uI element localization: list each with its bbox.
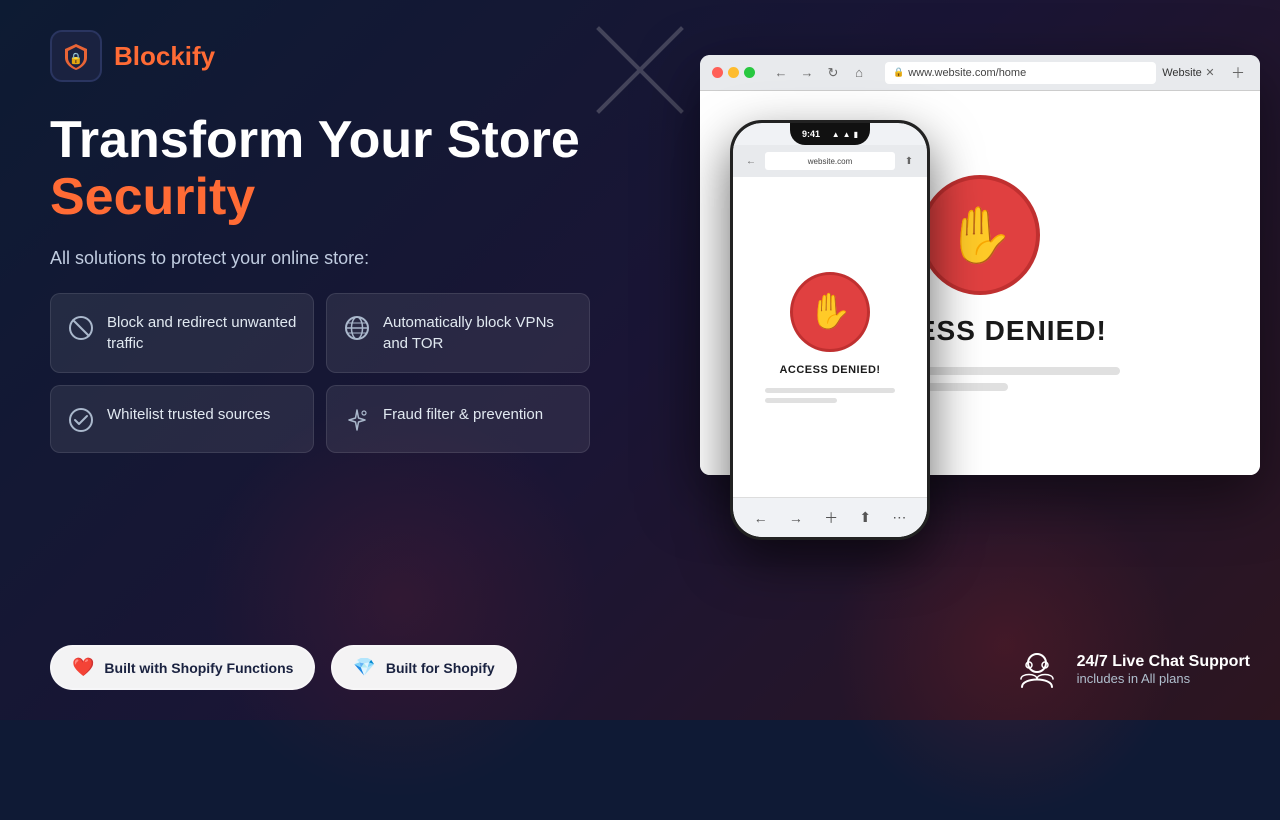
phone-hand-icon: ✋ <box>808 291 852 332</box>
badge-built-shopify: 💎 Built for Shopify <box>331 645 516 690</box>
left-panel: 🔒 Blockify Transform Your Store Security… <box>0 0 640 720</box>
phone-bottom-bar: ← → ＋ ⬆ ⋯ <box>733 497 927 537</box>
phone-status-icons: ▲ ▲ ▮ <box>832 130 858 139</box>
phone-screen: 9:41 ▲ ▲ ▮ ← website.com ⬆ ✋ <box>733 123 927 537</box>
browser-hand-circle: ✋ <box>920 175 1040 295</box>
browser-tab-title: Website <box>1172 63 1192 83</box>
badge-shopify-text: Built for Shopify <box>386 660 495 676</box>
feature-block-vpn: Automatically block VPNs and TOR <box>326 293 590 373</box>
brand-name: Blockify <box>114 41 215 72</box>
signal-icon: ▲ <box>832 130 840 139</box>
logo: 🔒 Blockify <box>50 30 590 82</box>
support-text: 24/7 Live Chat Support includes in All p… <box>1077 653 1250 686</box>
phone-back-btn: ← <box>741 151 761 171</box>
support-title: 24/7 Live Chat Support <box>1077 653 1250 671</box>
headline-line1: Transform Your Store <box>50 112 590 169</box>
heart-icon: ❤️ <box>72 657 94 678</box>
support-badge: 24/7 Live Chat Support includes in All p… <box>1011 643 1250 695</box>
sparkle-icon <box>343 406 371 434</box>
background: 🔒 Blockify Transform Your Store Security… <box>0 0 1280 720</box>
browser-bar: ← → ↻ ⌂ 🔒 www.website.com/home Website ✕… <box>700 55 1260 91</box>
badge-functions-text: Built with Shopify Functions <box>104 660 293 676</box>
phone-placeholder-lines <box>765 388 895 403</box>
browser-url-bar: 🔒 www.website.com/home <box>885 62 1156 84</box>
browser-hand-icon: ✋ <box>946 203 1014 268</box>
phone-browser-bar: ← website.com ⬆ <box>733 145 927 177</box>
headline: Transform Your Store Security <box>50 112 590 226</box>
features-grid: Block and redirect unwanted traffic Auto… <box>50 293 590 453</box>
logo-icon: 🔒 <box>50 30 102 82</box>
phone-notch: 9:41 ▲ ▲ ▮ <box>790 123 870 145</box>
back-btn: ← <box>771 63 791 83</box>
badge-shopify-functions: ❤️ Built with Shopify Functions <box>50 645 315 690</box>
browser-dots <box>712 67 755 78</box>
support-icon <box>1011 643 1063 695</box>
phone-share-nav: ⬆ <box>859 509 871 526</box>
phone-share-btn: ⬆ <box>899 151 919 171</box>
feature-block-traffic: Block and redirect unwanted traffic <box>50 293 314 373</box>
phone-content: ✋ ACCESS DENIED! <box>733 177 927 497</box>
phone-url-text: website.com <box>808 157 852 166</box>
phone-mockup: 9:41 ▲ ▲ ▮ ← website.com ⬆ ✋ <box>730 120 930 540</box>
url-text: www.website.com/home <box>908 67 1026 79</box>
phone-access-denied-text: ACCESS DENIED! <box>779 364 880 376</box>
headline-line2: Security <box>50 169 590 226</box>
feature-whitelist: Whitelist trusted sources <box>50 385 314 453</box>
block-icon <box>67 314 95 342</box>
dot-yellow <box>728 67 739 78</box>
phone-url-bar: website.com <box>765 152 895 170</box>
phone-hand-circle: ✋ <box>790 272 870 352</box>
reload-btn: ↻ <box>823 63 843 83</box>
phone-tabs-nav: ⋯ <box>892 509 906 526</box>
svg-text:🔒: 🔒 <box>69 52 83 65</box>
check-circle-icon <box>67 406 95 434</box>
forward-btn: → <box>797 63 817 83</box>
wifi-icon: ▲ <box>843 130 851 139</box>
battery-icon: ▮ <box>854 130 858 139</box>
phone-add-nav: ＋ <box>824 508 838 528</box>
phone-back-nav: ← <box>754 510 768 526</box>
feature-text-vpn: Automatically block VPNs and TOR <box>383 312 573 354</box>
phone-line-2 <box>765 398 837 403</box>
feature-text-whitelist: Whitelist trusted sources <box>107 404 270 425</box>
browser-nav: ← → ↻ ⌂ <box>771 63 869 83</box>
close-tab-btn: ✕ <box>1200 63 1220 83</box>
badges: ❤️ Built with Shopify Functions 💎 Built … <box>50 645 590 690</box>
right-panel: ← → ↻ ⌂ 🔒 www.website.com/home Website ✕… <box>600 0 1280 720</box>
home-btn: ⌂ <box>849 63 869 83</box>
globe-icon <box>343 314 371 342</box>
feature-text-block: Block and redirect unwanted traffic <box>107 312 297 354</box>
support-subtitle: includes in All plans <box>1077 671 1250 686</box>
phone-time: 9:41 <box>802 129 820 139</box>
dot-red <box>712 67 723 78</box>
gem-icon: 💎 <box>353 657 375 678</box>
feature-text-fraud: Fraud filter & prevention <box>383 404 543 425</box>
phone-forward-nav: → <box>789 510 803 526</box>
dot-green <box>744 67 755 78</box>
feature-fraud: Fraud filter & prevention <box>326 385 590 453</box>
phone-line-1 <box>765 388 895 393</box>
lock-icon: 🔒 <box>893 67 904 78</box>
new-tab-btn: ＋ <box>1228 63 1248 83</box>
subtitle: All solutions to protect your online sto… <box>50 248 590 269</box>
